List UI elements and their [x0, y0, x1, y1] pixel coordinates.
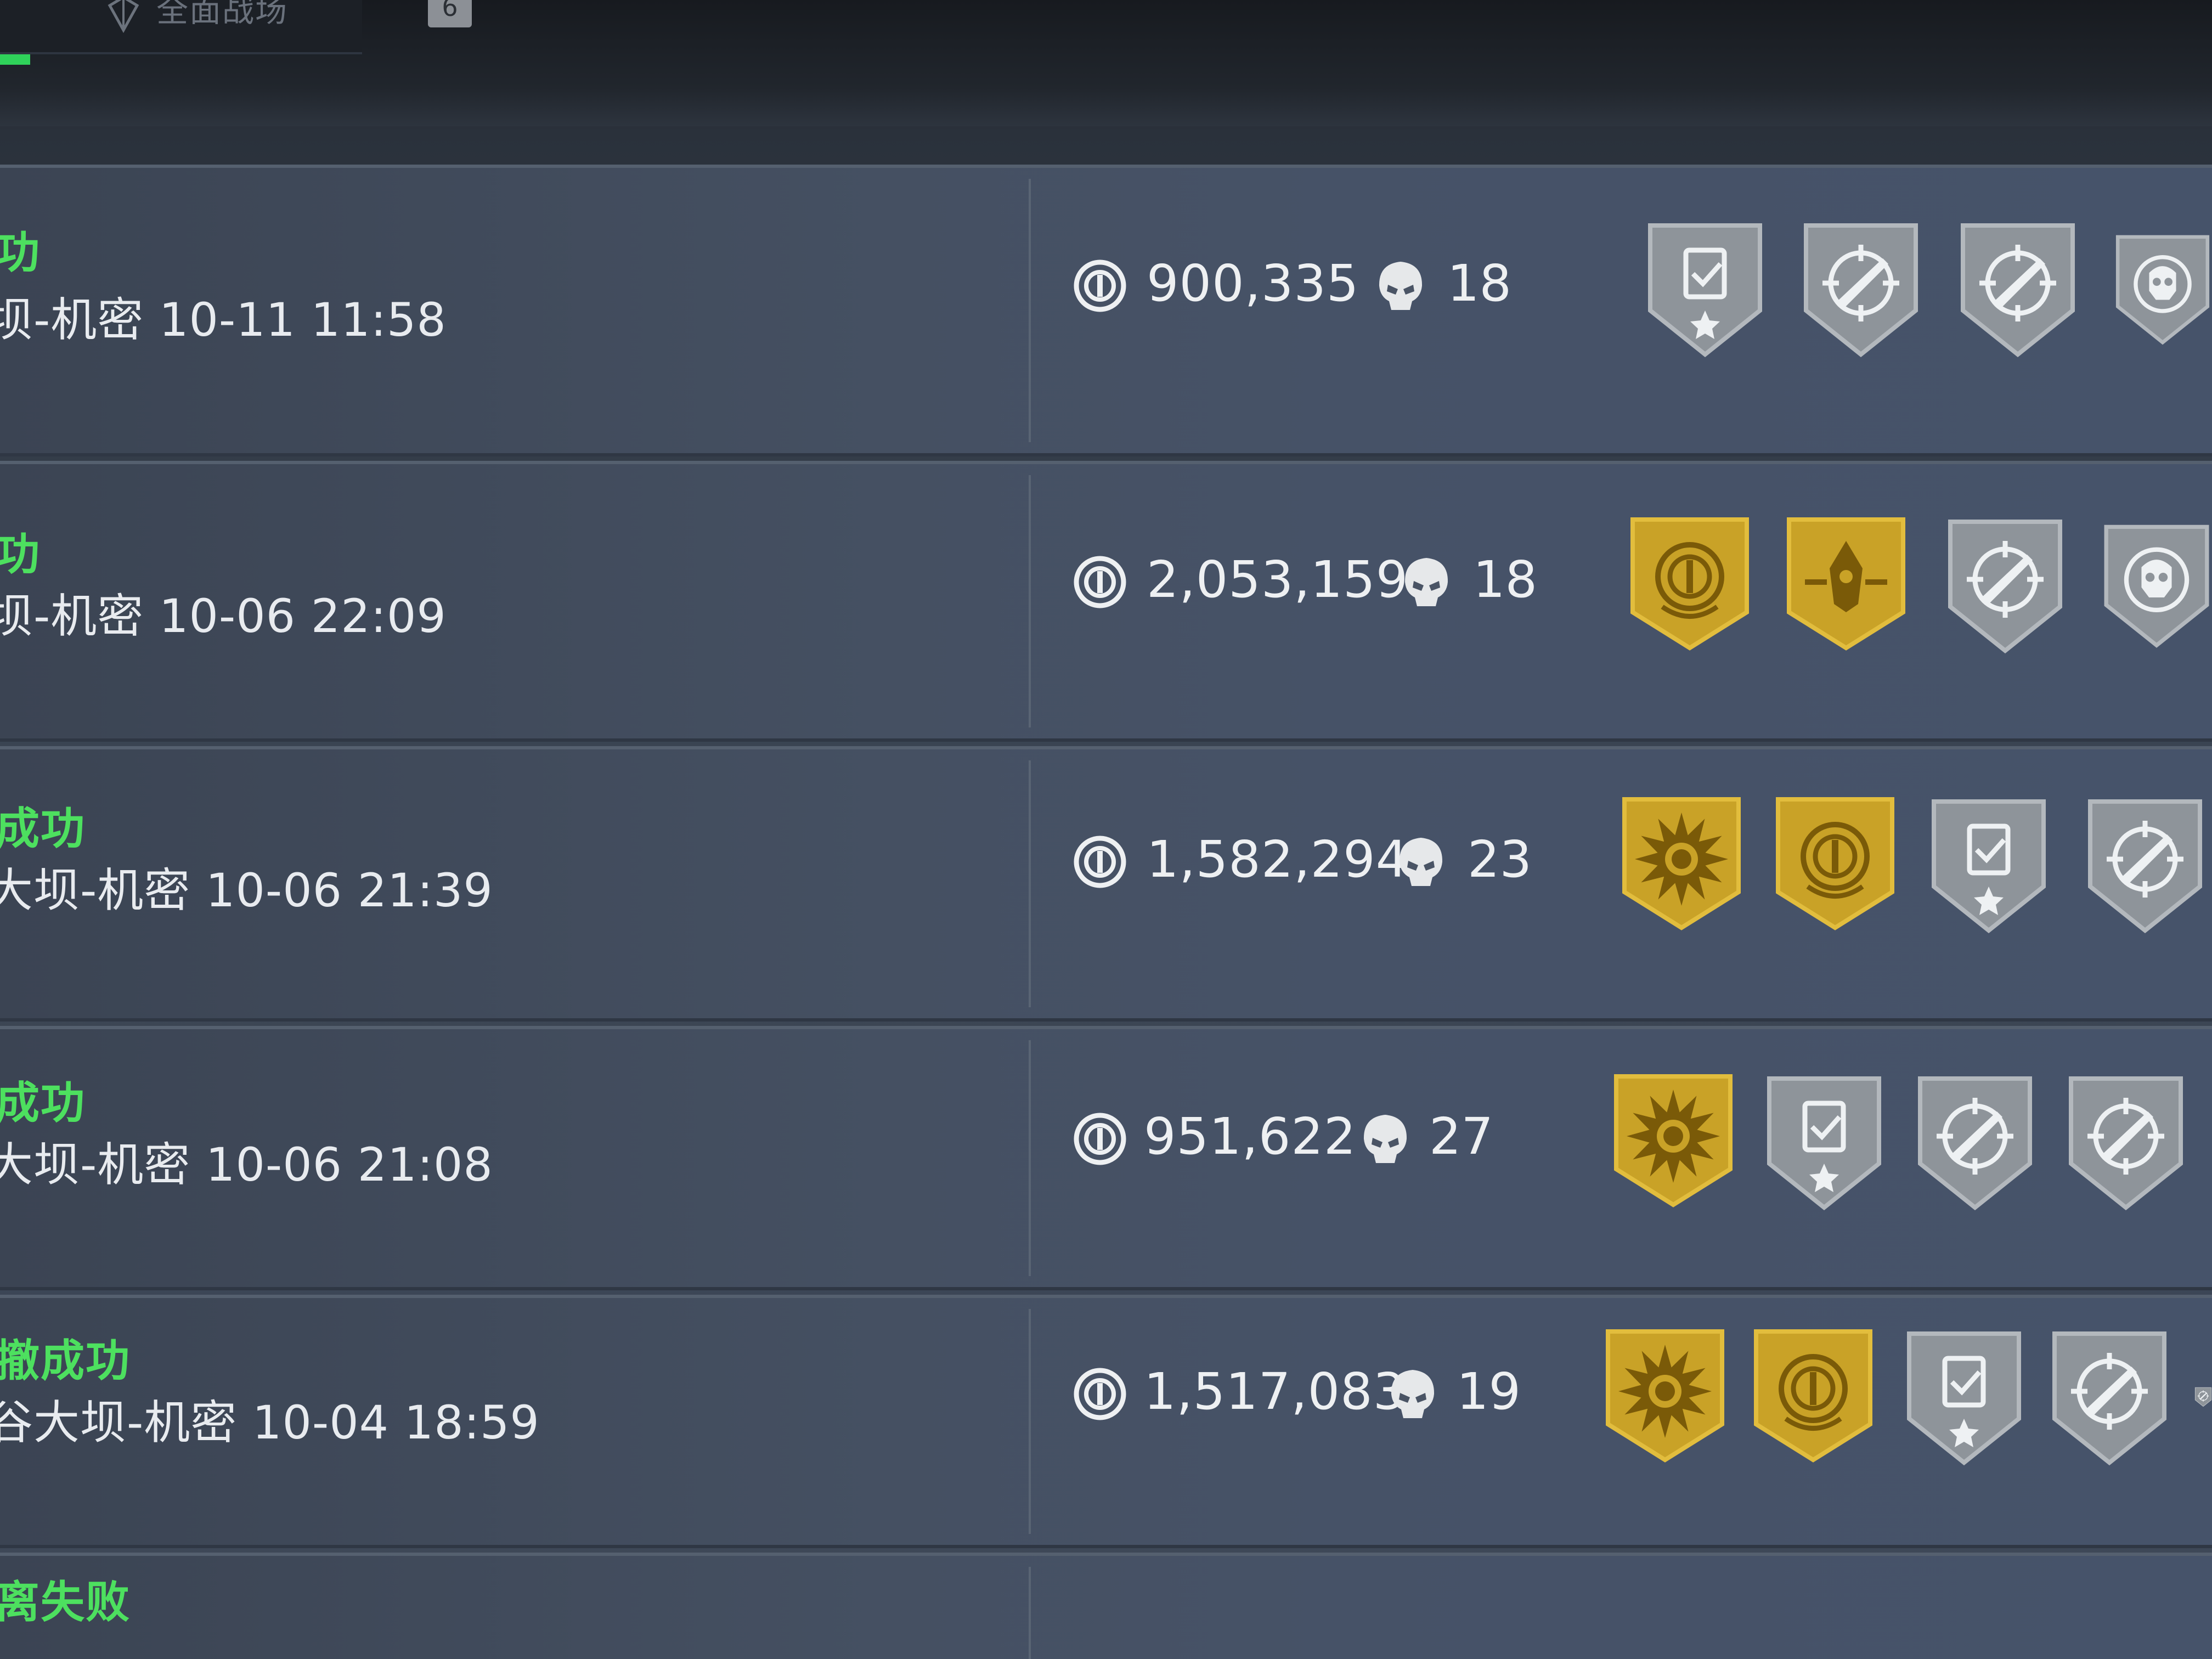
gold-coin-badge-icon[interactable]: [1629, 516, 1750, 653]
skull-icon: [1361, 1111, 1410, 1166]
silver-clipboard-badge-icon[interactable]: [1645, 220, 1765, 358]
gold-coin-badge-icon[interactable]: [1753, 1328, 1874, 1465]
filter-tab-full-battle[interactable]: 全面战场: [0, 0, 362, 54]
gold-burst-badge-icon[interactable]: [1621, 796, 1742, 933]
silver-knife-badge-icon[interactable]: [1957, 220, 2078, 358]
silver-skull-badge-icon[interactable]: [2113, 220, 2212, 357]
silver-rifle-badge-icon[interactable]: [2085, 796, 2205, 934]
skull-icon: [1388, 1367, 1437, 1421]
row-divider: [1029, 1567, 1031, 1659]
match-kills: 27: [1429, 1107, 1494, 1166]
match-map-time: 坝-机密 10-11 11:58: [0, 293, 447, 347]
coin-icon: [1073, 834, 1127, 889]
match-value: 1,517,083: [1144, 1362, 1406, 1421]
row-divider: [1029, 760, 1031, 1007]
match-value: 951,622: [1144, 1107, 1357, 1166]
match-map-time: 大坝-机密 10-06 21:39: [0, 864, 493, 917]
match-status: 成功: [0, 803, 86, 854]
match-kills: 19: [1457, 1362, 1521, 1421]
coin-icon: [1073, 1367, 1127, 1421]
match-value: 1,582,294: [1147, 830, 1409, 889]
match-row[interactable]: 离失败: [0, 1553, 2212, 1659]
silver-skull-badge-icon[interactable]: [2101, 516, 2212, 653]
silver-clipboard-badge-icon[interactable]: [1904, 1328, 2024, 1466]
match-kills: 18: [1447, 254, 1512, 313]
silver-partial-badge-icon[interactable]: [2194, 1328, 2212, 1465]
match-kills: 18: [1473, 550, 1538, 609]
silver-rifle-badge-icon[interactable]: [1801, 220, 1921, 358]
skull-icon: [1376, 258, 1425, 313]
coin-icon: [1073, 258, 1127, 313]
silver-rifle-badge-icon[interactable]: [2049, 1328, 2170, 1466]
match-history-screen: 全面战场 6 功坝-机密 10-11 11:58 900,335 18 功坝-机密 1…: [0, 0, 2212, 1659]
gold-burst-badge-icon[interactable]: [1613, 1073, 1734, 1210]
match-row[interactable]: 撤成功谷大坝-机密 10-04 18:59 1,517,083 19: [0, 1295, 2212, 1548]
gold-coin-badge-icon[interactable]: [1775, 796, 1895, 933]
match-row[interactable]: 成功大坝-机密 10-06 21:08 951,622 27: [0, 1026, 2212, 1290]
match-status: 功: [0, 529, 41, 580]
gold-operator-badge-icon[interactable]: [1786, 516, 1906, 653]
silver-knife-badge-icon[interactable]: [2066, 1073, 2186, 1211]
match-status: 离失败: [0, 1577, 131, 1628]
match-status: 成功: [0, 1077, 86, 1128]
mode-icon: [104, 0, 143, 33]
match-map-time: 谷大坝-机密 10-04 18:59: [0, 1396, 540, 1449]
skull-icon: [1396, 834, 1446, 889]
match-status: 功: [0, 227, 41, 278]
match-row[interactable]: 成功大坝-机密 10-06 21:39 1,582,294 23: [0, 746, 2212, 1022]
silver-knife-badge-icon[interactable]: [1945, 516, 2066, 654]
top-bar: 全面战场 6: [0, 0, 2212, 126]
filter-label: 全面战场: [156, 0, 289, 29]
match-row[interactable]: 功坝-机密 10-06 22:09 2,053,159 18: [0, 461, 2212, 742]
silver-clipboard-badge-icon[interactable]: [1764, 1073, 1884, 1211]
row-divider: [1029, 1040, 1031, 1276]
match-value: 2,053,159: [1147, 550, 1409, 609]
coin-icon: [1073, 1111, 1127, 1166]
skull-icon: [1402, 555, 1451, 610]
match-row[interactable]: 功坝-机密 10-11 11:58 900,335 18: [0, 165, 2212, 456]
match-kills: 23: [1468, 830, 1532, 889]
match-value: 900,335: [1147, 254, 1359, 313]
match-status: 撤成功: [0, 1335, 131, 1386]
filter-count-badge: 6: [428, 0, 472, 27]
row-divider: [1029, 179, 1031, 442]
silver-rifle-badge-icon[interactable]: [1915, 1073, 2035, 1211]
match-map-time: 坝-机密 10-06 22:09: [0, 589, 447, 643]
coin-icon: [1073, 555, 1127, 610]
silver-clipboard-badge-icon[interactable]: [1928, 796, 2049, 934]
row-divider: [1029, 1309, 1031, 1534]
row-divider: [1029, 475, 1031, 727]
gold-burst-badge-icon[interactable]: [1605, 1328, 1725, 1465]
match-map-time: 大坝-机密 10-06 21:08: [0, 1138, 493, 1192]
